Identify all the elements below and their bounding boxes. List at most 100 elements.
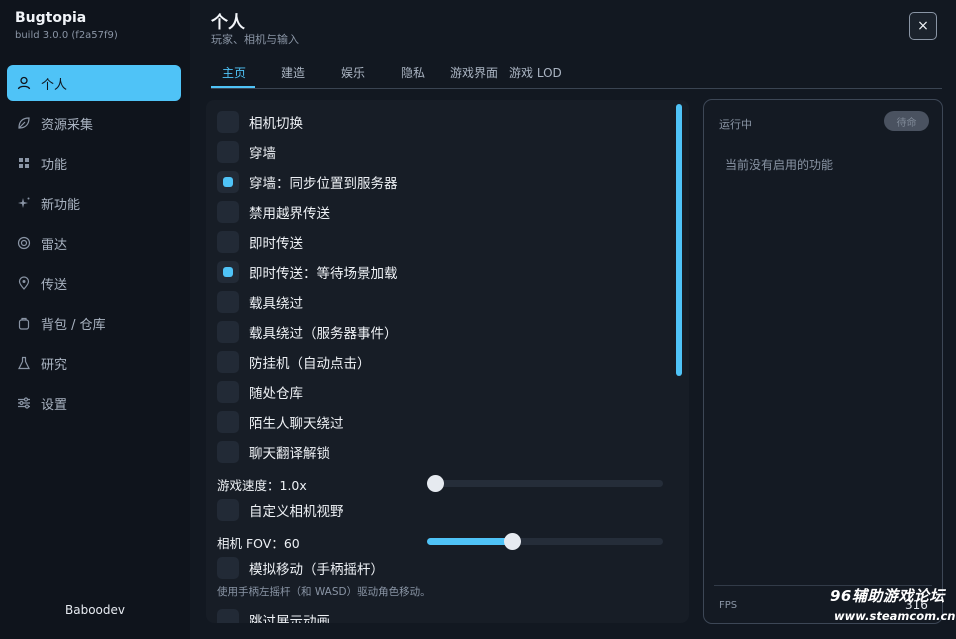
checkbox[interactable] xyxy=(217,141,239,163)
running-title: 运行中 xyxy=(719,118,752,131)
sidebar-item-settings[interactable]: 设置 xyxy=(7,385,181,421)
option-label: 陌生人聊天绕过 xyxy=(249,416,344,432)
sidebar-item-gathering[interactable]: 资源采集 xyxy=(7,105,181,141)
page-subtitle: 玩家、相机与输入 xyxy=(211,33,299,46)
camera-fov-slider[interactable] xyxy=(427,533,663,550)
slider-thumb[interactable] xyxy=(503,533,521,550)
option-stranger-chat-bypass[interactable]: 陌生人聊天绕过 xyxy=(217,411,344,433)
option-label: 禁用越界传送 xyxy=(249,206,330,222)
sidebar-item-label: 设置 xyxy=(41,397,68,413)
sidebar-item-label: 个人 xyxy=(41,77,68,93)
camera-fov-label: 相机 FOV：60 xyxy=(217,536,300,551)
sidebar-item-new-features[interactable]: 新功能 xyxy=(7,185,181,221)
backpack-icon xyxy=(17,316,31,330)
sidebar-item-label: 传送 xyxy=(41,277,68,293)
tab-bar: 主页 建造 娱乐 隐私 游戏界面 游戏 LOD xyxy=(211,58,942,89)
sidebar-item-features[interactable]: 功能 xyxy=(7,145,181,181)
option-label: 相机切换 xyxy=(249,116,303,132)
sparkle-icon xyxy=(17,196,31,210)
sidebar-item-research[interactable]: 研究 xyxy=(7,345,181,381)
sidebar: Bugtopia build 3.0.0 (f2a57f9) 个人 资源采集 功… xyxy=(0,0,190,639)
sidebar-item-label: 新功能 xyxy=(41,197,81,213)
leaf-icon xyxy=(17,116,31,130)
app-build: build 3.0.0 (f2a57f9) xyxy=(15,30,118,41)
option-disable-oob-teleport[interactable]: 禁用越界传送 xyxy=(217,201,330,223)
checkbox-checked[interactable] xyxy=(217,261,239,283)
option-label: 防挂机（自动点击） xyxy=(249,356,371,372)
sidebar-nav: 个人 资源采集 功能 新功能 雷达 传送 背包 / 仓库 研究 设置 xyxy=(7,65,181,425)
checkbox-checked[interactable] xyxy=(217,171,239,193)
user-name: Baboodev xyxy=(65,603,125,617)
option-label: 即时传送 xyxy=(249,236,303,252)
watermark-url: www.steamcom.cn xyxy=(834,609,956,623)
checkbox[interactable] xyxy=(217,381,239,403)
checkbox[interactable] xyxy=(217,111,239,133)
tab-privacy[interactable]: 隐私 xyxy=(401,64,425,81)
option-noclip[interactable]: 穿墙 xyxy=(217,141,276,163)
sidebar-item-label: 雷达 xyxy=(41,237,68,253)
sidebar-item-label: 研究 xyxy=(41,357,68,373)
grid-icon xyxy=(17,156,31,170)
game-speed-slider[interactable] xyxy=(427,475,663,492)
tab-build[interactable]: 建造 xyxy=(281,64,305,81)
tab-entertainment[interactable]: 娱乐 xyxy=(341,64,365,81)
option-label: 聊天翻译解锁 xyxy=(249,446,330,462)
checkbox[interactable] xyxy=(217,411,239,433)
option-instant-teleport-wait[interactable]: 即时传送：等待场景加载 xyxy=(217,261,398,283)
option-label: 穿墙 xyxy=(249,146,276,162)
checkbox[interactable] xyxy=(217,231,239,253)
game-speed-label: 游戏速度：1.0x xyxy=(217,478,307,493)
scrollbar[interactable] xyxy=(676,104,682,376)
tab-game-lod[interactable]: 游戏 LOD xyxy=(509,64,562,81)
sidebar-item-label: 功能 xyxy=(41,157,68,173)
option-label: 跳过展示动画 xyxy=(249,614,330,623)
radar-icon xyxy=(17,236,31,250)
checkbox[interactable] xyxy=(217,557,239,579)
option-label: 载具绕过 xyxy=(249,296,303,312)
option-label: 即时传送：等待场景加载 xyxy=(249,266,398,282)
option-skip-intro[interactable]: 跳过展示动画 xyxy=(217,609,330,623)
flask-icon xyxy=(17,356,31,370)
sidebar-item-backpack[interactable]: 背包 / 仓库 xyxy=(7,305,181,341)
option-camera-switch[interactable]: 相机切换 xyxy=(217,111,303,133)
option-vehicle-bypass-server[interactable]: 载具绕过（服务器事件） xyxy=(217,321,398,343)
partial-row-clip: 跳过展示动画 xyxy=(206,600,676,623)
fps-label: FPS xyxy=(719,600,738,611)
option-noclip-sync[interactable]: 穿墙：同步位置到服务器 xyxy=(217,171,398,193)
option-label: 自定义相机视野 xyxy=(249,504,344,520)
sidebar-item-teleport[interactable]: 传送 xyxy=(7,265,181,301)
option-chat-translate-unlock[interactable]: 聊天翻译解锁 xyxy=(217,441,330,463)
gamepad-move-hint: 使用手柄左摇杆（和 WASD）驱动角色移动。 xyxy=(217,586,431,598)
active-tab-indicator xyxy=(211,86,255,88)
checkbox[interactable] xyxy=(217,609,239,623)
running-panel xyxy=(703,99,943,624)
checkbox[interactable] xyxy=(217,321,239,343)
sidebar-item-label: 资源采集 xyxy=(41,117,94,133)
close-button[interactable]: × xyxy=(909,12,937,40)
option-anywhere-storage[interactable]: 随处仓库 xyxy=(217,381,303,403)
checkbox[interactable] xyxy=(217,351,239,373)
tab-home[interactable]: 主页 xyxy=(222,64,246,81)
check-dot-icon xyxy=(223,177,233,187)
tab-game-ui[interactable]: 游戏界面 xyxy=(450,64,498,81)
option-gamepad-move[interactable]: 模拟移动（手柄摇杆） xyxy=(217,557,384,579)
option-instant-teleport[interactable]: 即时传送 xyxy=(217,231,303,253)
slider-fill xyxy=(427,538,513,545)
option-custom-fov[interactable]: 自定义相机视野 xyxy=(217,499,344,521)
option-anti-afk[interactable]: 防挂机（自动点击） xyxy=(217,351,371,373)
option-label: 随处仓库 xyxy=(249,386,303,402)
checkbox[interactable] xyxy=(217,201,239,223)
check-dot-icon xyxy=(223,267,233,277)
watermark-title: 96辅助游戏论坛 xyxy=(830,587,945,605)
option-vehicle-bypass[interactable]: 载具绕过 xyxy=(217,291,303,313)
close-icon: × xyxy=(917,18,929,34)
sidebar-item-radar[interactable]: 雷达 xyxy=(7,225,181,261)
status-badge: 待命 xyxy=(884,111,929,131)
checkbox[interactable] xyxy=(217,499,239,521)
slider-thumb[interactable] xyxy=(427,475,444,492)
checkbox[interactable] xyxy=(217,441,239,463)
option-label: 模拟移动（手柄摇杆） xyxy=(249,562,384,578)
checkbox[interactable] xyxy=(217,291,239,313)
sidebar-item-personal[interactable]: 个人 xyxy=(7,65,181,101)
page-title: 个人 xyxy=(211,13,245,33)
